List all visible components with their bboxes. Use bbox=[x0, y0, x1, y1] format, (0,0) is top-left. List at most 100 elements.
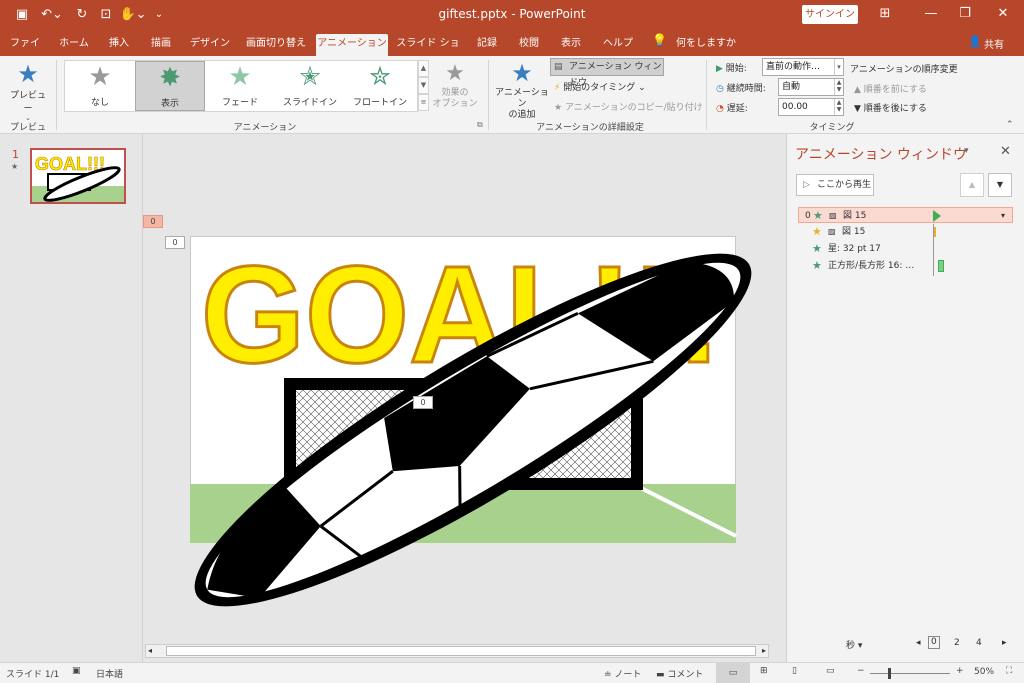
animation-list-item[interactable]: ★ 正方形/長方形 16: … bbox=[798, 258, 1013, 274]
spellcheck-icon[interactable]: ▣ bbox=[72, 666, 81, 676]
move-down-button[interactable]: ▼ bbox=[988, 173, 1012, 197]
minimize-icon[interactable]: — bbox=[916, 4, 946, 24]
tab-insert[interactable]: 挿入 bbox=[104, 34, 134, 56]
slide-thumbnail[interactable]: GOAL!!! bbox=[30, 148, 126, 204]
seconds-menu[interactable]: 秒 ▾ bbox=[846, 638, 862, 651]
star-icon: ★ bbox=[812, 259, 822, 272]
animation-tag[interactable]: 0 bbox=[413, 396, 433, 409]
star-icon: ★ bbox=[812, 242, 822, 255]
tab-review[interactable]: 校閲 bbox=[514, 34, 544, 56]
tab-record[interactable]: 記録 bbox=[472, 34, 502, 56]
normal-view-icon[interactable]: ▭ bbox=[716, 663, 750, 683]
zoom-slider[interactable] bbox=[870, 668, 950, 679]
tab-draw[interactable]: 描画 bbox=[146, 34, 176, 56]
move-earlier-button[interactable]: ▲ 順番を前にする bbox=[854, 82, 927, 95]
duration-label-text: 継続時間: bbox=[726, 84, 766, 94]
move-later-button[interactable]: ▼ 順番を後にする bbox=[854, 101, 927, 114]
delay-spinner[interactable]: ▲ ▼ bbox=[834, 99, 843, 115]
star-up-icon: ✮ bbox=[369, 62, 391, 92]
gallery-fade[interactable]: ★ フェード bbox=[205, 61, 275, 111]
slide-number: 1 bbox=[12, 148, 19, 161]
seconds-label: 秒 bbox=[846, 641, 856, 651]
animation-painter-button[interactable]: ★ アニメーションのコピー/貼り付け bbox=[554, 100, 703, 113]
horizontal-scrollbar[interactable]: ◂ ▸ bbox=[145, 644, 769, 658]
animation-list-item[interactable]: ★ 星: 32 pt 17 bbox=[798, 241, 1013, 257]
status-bar: スライド 1/1 ▣ 日本語 ≐ ノート ▬ コメント ▭ ⊞ ▯ ▭ − + … bbox=[0, 662, 1024, 683]
gallery-label: 表示 bbox=[160, 99, 179, 109]
gallery-fly-in[interactable]: ✭ スライドイン bbox=[275, 61, 345, 111]
delay-input[interactable]: 00.00 ▲ ▼ bbox=[778, 98, 844, 116]
notes-button[interactable]: ≐ ノート bbox=[604, 667, 641, 680]
collapse-ribbon-icon[interactable]: ⌃ bbox=[1006, 120, 1014, 130]
ribbon: ★ プレビュー ⌄ プレビュー ★ なし ✸ 表示 ★ フェード ✭ スライドイ… bbox=[0, 56, 1024, 146]
add-star-icon: ★ bbox=[511, 59, 533, 87]
tab-file[interactable]: ファイル bbox=[6, 34, 44, 69]
animation-pane-button[interactable]: ▤ アニメーション ウィンドウ bbox=[550, 58, 664, 88]
tab-transitions[interactable]: 画面切り替え bbox=[244, 34, 308, 56]
slideshow-view-icon[interactable]: ▭ bbox=[826, 666, 835, 676]
reading-view-icon[interactable]: ▯ bbox=[792, 666, 797, 676]
effect-options-button[interactable]: ★ 効果の オプション bbox=[432, 60, 478, 116]
timeline-left-icon[interactable]: ◂ bbox=[916, 636, 921, 650]
comments-button[interactable]: ▬ コメント bbox=[656, 667, 703, 680]
timeline-right-icon[interactable]: ▸ bbox=[1002, 636, 1007, 650]
animation-indicator-icon: ★ bbox=[11, 162, 19, 171]
pane-options-icon[interactable]: ▾ bbox=[964, 146, 969, 156]
scroll-thumb[interactable] bbox=[166, 646, 756, 656]
dropdown-arrow-icon[interactable]: ▾ bbox=[834, 59, 843, 75]
dialog-launcher-icon[interactable]: ⧉ bbox=[477, 120, 483, 130]
slide-sorter-icon[interactable]: ⊞ bbox=[760, 666, 768, 676]
delay-label: ◔ 遅延: bbox=[716, 101, 748, 114]
scroll-right-icon[interactable]: ▸ bbox=[762, 645, 766, 657]
tell-me-search[interactable]: 何をしますか bbox=[676, 34, 736, 49]
gallery-scroll-up[interactable]: ▲ bbox=[418, 60, 429, 77]
separator bbox=[706, 60, 707, 130]
zoom-thumb[interactable] bbox=[888, 668, 891, 679]
gallery-float-in[interactable]: ✮ フロートイン bbox=[345, 61, 415, 111]
scroll-left-icon[interactable]: ◂ bbox=[148, 645, 152, 657]
animation-list-item[interactable]: 0 ★ ▨ 図 15 ▾ bbox=[798, 207, 1013, 223]
timeline-ruler[interactable]: ◂ 0 2 4 ▸ bbox=[916, 636, 1016, 650]
start-select[interactable]: 直前の動作… ▾ bbox=[762, 58, 844, 76]
tab-slideshow[interactable]: スライド ショー bbox=[396, 34, 460, 69]
pane-close-icon[interactable]: ✕ bbox=[1000, 144, 1011, 159]
zoom-level[interactable]: 50% bbox=[974, 667, 994, 677]
signin-button[interactable]: サインイン bbox=[802, 5, 858, 24]
zoom-out-icon[interactable]: − bbox=[857, 666, 865, 676]
lightning-icon: ⚡ bbox=[554, 83, 561, 93]
fit-to-window-icon[interactable]: ⛶ bbox=[1006, 666, 1012, 676]
item-dropdown-icon[interactable]: ▾ bbox=[1001, 208, 1005, 224]
triangle-down-icon: ▼ bbox=[854, 104, 861, 114]
tab-home[interactable]: ホーム bbox=[56, 34, 92, 56]
zoom-in-icon[interactable]: + bbox=[956, 666, 964, 676]
gallery-scroll-down[interactable]: ▼ bbox=[418, 77, 429, 94]
item-label: 図 15 bbox=[842, 227, 866, 237]
group-timing-label: タイミング bbox=[809, 123, 855, 133]
move-up-button[interactable]: ▲ bbox=[960, 173, 984, 197]
duration-input[interactable]: 自動 ▲ ▼ bbox=[778, 78, 844, 96]
gallery-none[interactable]: ★ なし bbox=[65, 61, 135, 111]
gallery-more[interactable]: ≡ bbox=[418, 94, 429, 111]
tab-animations[interactable]: アニメーション bbox=[316, 34, 388, 56]
share-button[interactable]: 共有 bbox=[984, 36, 1004, 51]
comments-label: コメント bbox=[667, 670, 704, 680]
add-animation-button[interactable]: ★ アニメーション の追加 bbox=[494, 58, 550, 120]
tab-design[interactable]: デザイン bbox=[190, 34, 230, 56]
star-burst-icon: ✸ bbox=[159, 63, 181, 93]
delay-clock-icon: ◔ bbox=[716, 104, 724, 114]
picture-icon: ▨ bbox=[828, 227, 836, 236]
restore-icon[interactable]: ❐ bbox=[950, 4, 980, 24]
duration-spinner[interactable]: ▲ ▼ bbox=[834, 79, 843, 95]
animation-list-item[interactable]: ★ ▨ 図 15 bbox=[798, 224, 1013, 240]
preview-button[interactable]: ★ プレビュー ⌄ bbox=[6, 60, 50, 122]
tab-view[interactable]: 表示 bbox=[556, 34, 586, 56]
play-from-button[interactable]: ▷ ここから再生 bbox=[796, 174, 874, 196]
trigger-button[interactable]: ⚡ 開始のタイミング ⌄ bbox=[554, 80, 646, 93]
slide-edit-area: 0 0 GOAL!!! 0 ◂ ▸ bbox=[143, 134, 786, 662]
tab-help[interactable]: ヘルプ bbox=[598, 34, 638, 56]
ribbon-display-icon[interactable]: ⊞ bbox=[870, 4, 900, 24]
language[interactable]: 日本語 bbox=[96, 667, 123, 680]
reorder-title: アニメーションの順序変更 bbox=[850, 65, 958, 75]
gallery-appear[interactable]: ✸ 表示 bbox=[135, 61, 205, 111]
close-icon[interactable]: ✕ bbox=[988, 4, 1018, 24]
